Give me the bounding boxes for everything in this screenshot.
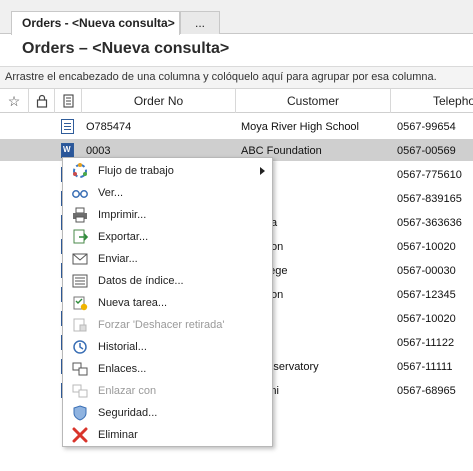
menu-item-glasses[interactable]: Ver... bbox=[64, 182, 272, 204]
submenu-arrow-icon bbox=[260, 167, 265, 175]
column-header-lock[interactable] bbox=[29, 89, 55, 113]
column-header-order-no[interactable]: Order No bbox=[82, 89, 236, 113]
menu-item-label: Flujo de trabajo bbox=[98, 165, 174, 177]
telephone-cell: 0567-68965 bbox=[397, 385, 456, 397]
telephone-cell: 0567-00569 bbox=[397, 145, 456, 157]
word-document-icon: W bbox=[61, 143, 74, 158]
links-icon bbox=[71, 361, 89, 377]
menu-item-label: Enviar... bbox=[98, 253, 138, 265]
menu-item-label: Ver... bbox=[98, 187, 124, 199]
customer-cell: Moya River High School bbox=[241, 121, 359, 133]
telephone-cell: 0567-99654 bbox=[397, 121, 456, 133]
menu-item-printer[interactable]: Imprimir... bbox=[64, 204, 272, 226]
glasses-icon bbox=[71, 185, 89, 201]
menu-item-shield[interactable]: Seguridad... bbox=[64, 402, 272, 424]
menu-item-label: Seguridad... bbox=[98, 407, 158, 419]
force-undo-checkout-icon bbox=[71, 317, 89, 333]
history-icon bbox=[71, 339, 89, 355]
grid-header: ☆ Order No Customer Telepho bbox=[0, 89, 473, 113]
column-header-telephone[interactable]: Telepho bbox=[391, 89, 473, 113]
column-header-document[interactable] bbox=[55, 89, 82, 113]
table-row[interactable]: O785474 Moya River High School 0567-99654 bbox=[0, 115, 473, 137]
tab-orders-query[interactable]: Orders - <Nueva consulta> bbox=[11, 11, 180, 35]
menu-item-label: Enlazar con bbox=[98, 385, 157, 397]
column-header-favorite[interactable]: ☆ bbox=[0, 89, 29, 113]
row-document-cell[interactable] bbox=[58, 115, 78, 137]
telephone-cell: 0567-12345 bbox=[397, 289, 456, 301]
telephone-cell: 0567-10020 bbox=[397, 241, 456, 253]
menu-item-index-data[interactable]: Datos de índice... bbox=[64, 270, 272, 292]
new-task-icon bbox=[71, 295, 89, 311]
telephone-cell: 0567-363636 bbox=[397, 217, 462, 229]
menu-item-label: Enlaces... bbox=[98, 363, 147, 375]
delete-icon bbox=[71, 427, 89, 443]
star-icon: ☆ bbox=[7, 93, 21, 109]
menu-item-force-undo-checkout: Forzar 'Deshacer retirada' bbox=[64, 314, 272, 336]
index-data-icon bbox=[71, 273, 89, 289]
shield-icon bbox=[71, 405, 89, 421]
menu-item-history[interactable]: Historial... bbox=[64, 336, 272, 358]
menu-item-label: Nueva tarea... bbox=[98, 297, 168, 309]
context-menu: Flujo de trabajo Ver... Imprimir... Exporta… bbox=[62, 157, 273, 447]
telephone-cell: 0567-11122 bbox=[397, 337, 455, 349]
menu-item-delete[interactable]: Eliminar bbox=[64, 424, 272, 446]
document-icon bbox=[62, 94, 74, 108]
menu-item-label: Forzar 'Deshacer retirada' bbox=[98, 319, 225, 331]
menu-item-workflow[interactable]: Flujo de trabajo bbox=[64, 160, 272, 182]
column-header-customer[interactable]: Customer bbox=[236, 89, 391, 113]
menu-item-link-with: Enlazar con bbox=[64, 380, 272, 402]
menu-item-label: Exportar... bbox=[98, 231, 149, 243]
document-icon bbox=[61, 119, 74, 134]
tab-strip: Orders - <Nueva consulta> ... bbox=[0, 0, 473, 35]
menu-item-links[interactable]: Enlaces... bbox=[64, 358, 272, 380]
menu-item-label: Datos de índice... bbox=[98, 275, 184, 287]
menu-item-envelope[interactable]: Enviar... bbox=[64, 248, 272, 270]
telephone-cell: 0567-11111 bbox=[397, 361, 453, 373]
telephone-cell: 0567-839165 bbox=[397, 193, 462, 205]
menu-item-label: Historial... bbox=[98, 341, 147, 353]
menu-item-label: Imprimir... bbox=[98, 209, 147, 221]
word-letter: W bbox=[63, 145, 71, 154]
group-by-panel[interactable]: Arrastre el encabezado de una columna y … bbox=[0, 67, 473, 89]
tab-more[interactable]: ... bbox=[180, 11, 220, 34]
menu-item-export[interactable]: Exportar... bbox=[64, 226, 272, 248]
menu-item-new-task[interactable]: Nueva tarea... bbox=[64, 292, 272, 314]
printer-icon bbox=[71, 207, 89, 223]
page-title: Orders – <Nueva consulta> bbox=[22, 40, 230, 57]
order-no-cell: O785474 bbox=[86, 121, 132, 133]
export-icon bbox=[71, 229, 89, 245]
envelope-icon bbox=[71, 251, 89, 267]
telephone-cell: 0567-775610 bbox=[397, 169, 462, 181]
app-window: { "tabs": [ {"label": "Orders - <Nueva c… bbox=[0, 0, 473, 471]
link-with-icon bbox=[71, 383, 89, 399]
telephone-cell: 0567-00030 bbox=[397, 265, 456, 277]
lock-icon bbox=[36, 94, 47, 108]
workflow-icon bbox=[71, 163, 89, 179]
menu-item-label: Eliminar bbox=[98, 429, 138, 441]
telephone-cell: 0567-10020 bbox=[397, 313, 456, 325]
